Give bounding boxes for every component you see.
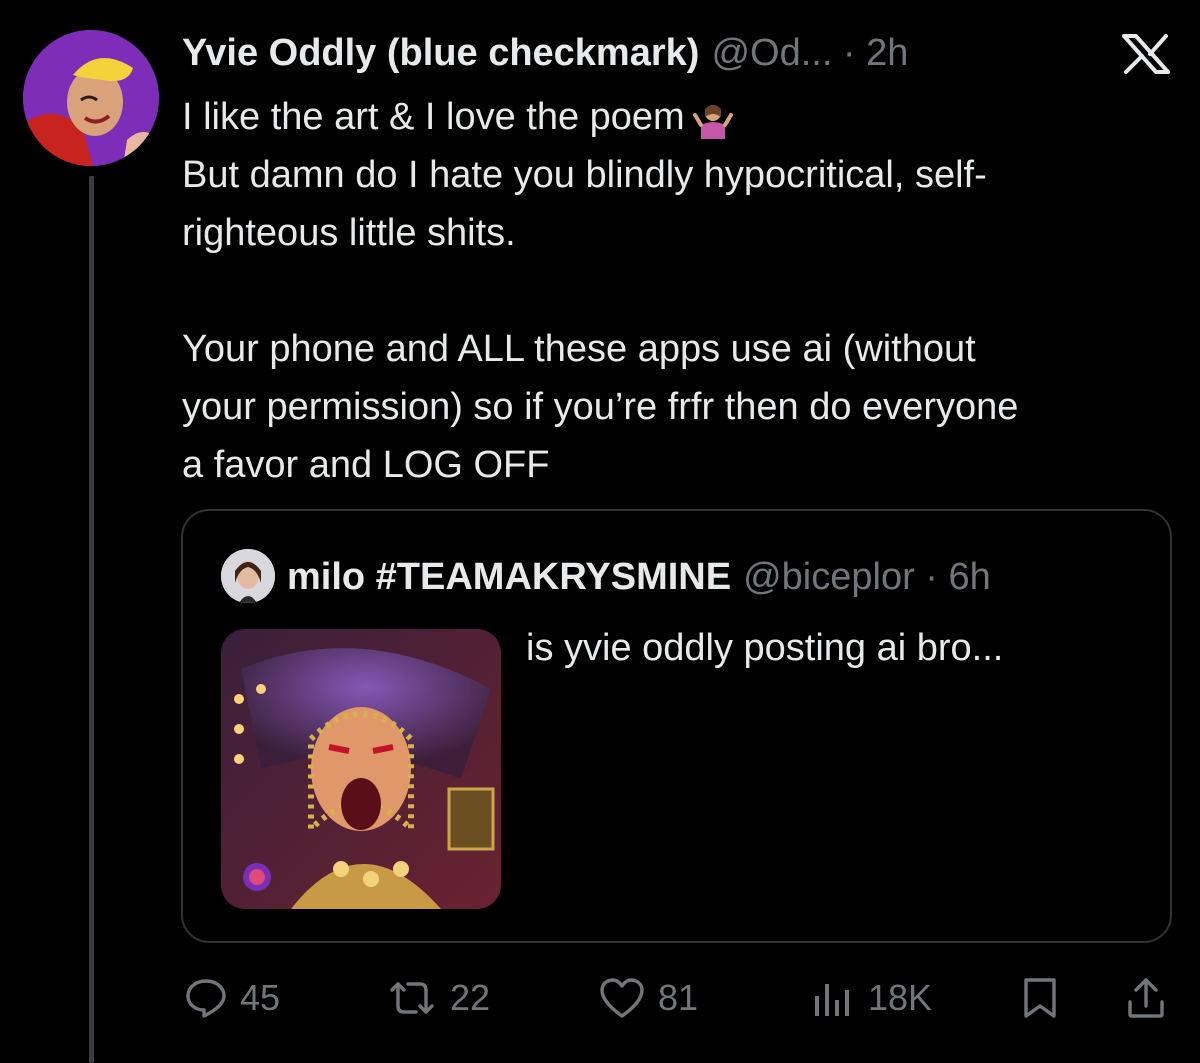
bookmark-icon xyxy=(1024,978,1056,1018)
views-count: 18K xyxy=(868,977,933,1018)
post-line-6: a favor and LOG OFF xyxy=(182,444,550,486)
post-line-2: But damn do I hate you blindly hypocriti… xyxy=(182,154,987,196)
quoted-author-name[interactable]: milo #TEAMAKRYSMINE xyxy=(287,556,731,599)
post-line-5: your permission) so if you’re frfr then … xyxy=(182,386,1019,428)
quoted-handle-time[interactable]: @biceplor · 6h xyxy=(743,556,991,599)
x-logo-icon xyxy=(1122,34,1170,74)
quoted-media-image[interactable] xyxy=(221,629,501,909)
thread-line xyxy=(89,176,94,1063)
reply-icon xyxy=(186,979,226,1018)
action-bar: 45 22 81 18K xyxy=(0,970,1200,1026)
reply-button[interactable]: 45 xyxy=(184,970,280,1026)
like-button[interactable]: 81 xyxy=(598,970,698,1026)
author-avatar[interactable] xyxy=(23,30,159,166)
post-line-4: Your phone and ALL these apps use ai (wi… xyxy=(182,328,976,370)
bookmark-button[interactable] xyxy=(1020,970,1060,1026)
author-name[interactable]: Yvie Oddly (blue checkmark) xyxy=(182,32,699,75)
quoted-header: milo #TEAMAKRYSMINE @biceplor · 6h xyxy=(287,551,991,603)
repost-icon xyxy=(390,982,434,1014)
quoted-text: is yvie oddly posting ai bro... xyxy=(526,627,1004,669)
author-handle-time[interactable]: @Od... · 2h xyxy=(711,32,908,75)
person-shrugging-emoji xyxy=(692,104,733,139)
like-icon xyxy=(600,978,644,1018)
post-line-1: I like the art & I love the poem xyxy=(182,96,685,138)
repost-count: 22 xyxy=(450,977,491,1018)
quoted-post[interactable]: milo #TEAMAKRYSMINE @biceplor · 6h is yv… xyxy=(181,509,1172,943)
views-button[interactable]: 18K xyxy=(812,970,932,1026)
like-count: 81 xyxy=(658,977,699,1018)
post-header: Yvie Oddly (blue checkmark) @Od... · 2h xyxy=(182,28,908,78)
share-icon xyxy=(1128,978,1164,1018)
repost-button[interactable]: 22 xyxy=(386,970,490,1026)
post-text: I like the art & I love the poem But dam… xyxy=(182,88,1182,494)
post-line-3: righteous little shits. xyxy=(182,212,516,254)
share-button[interactable] xyxy=(1124,970,1168,1026)
quoted-author-avatar[interactable] xyxy=(221,549,275,603)
views-icon xyxy=(815,984,849,1016)
reply-count: 45 xyxy=(240,977,281,1018)
